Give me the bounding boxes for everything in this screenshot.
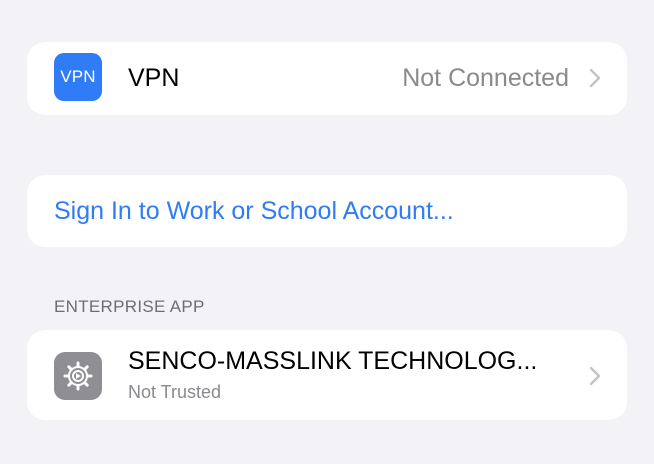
vpn-title: VPN xyxy=(128,64,180,92)
enterprise-app-row[interactable]: SENCO-MASSLINK TECHNOLOG... Not Trusted xyxy=(27,330,627,420)
sign-in-account-link[interactable]: Sign In to Work or School Account... xyxy=(54,197,454,226)
chevron-right-icon xyxy=(589,68,601,88)
enterprise-app-trust-status: Not Trusted xyxy=(128,382,222,402)
sign-in-row[interactable]: Sign In to Work or School Account... xyxy=(27,175,627,247)
gear-icon-graphic xyxy=(63,361,93,391)
enterprise-app-name: SENCO-MASSLINK TECHNOLOG... xyxy=(128,347,538,375)
vpn-icon-label: VPN xyxy=(60,67,96,86)
settings-screen: VPN VPN Not Connected Sign In to Work or… xyxy=(0,0,654,464)
vpn-row[interactable]: VPN VPN Not Connected xyxy=(27,42,627,115)
vpn-icon: VPN xyxy=(54,53,102,101)
vpn-status: Not Connected xyxy=(402,64,569,92)
chevron-right-icon xyxy=(589,366,601,386)
gear-icon xyxy=(54,352,102,400)
section-header-enterprise-app: ENTERPRISE APP xyxy=(54,297,205,316)
